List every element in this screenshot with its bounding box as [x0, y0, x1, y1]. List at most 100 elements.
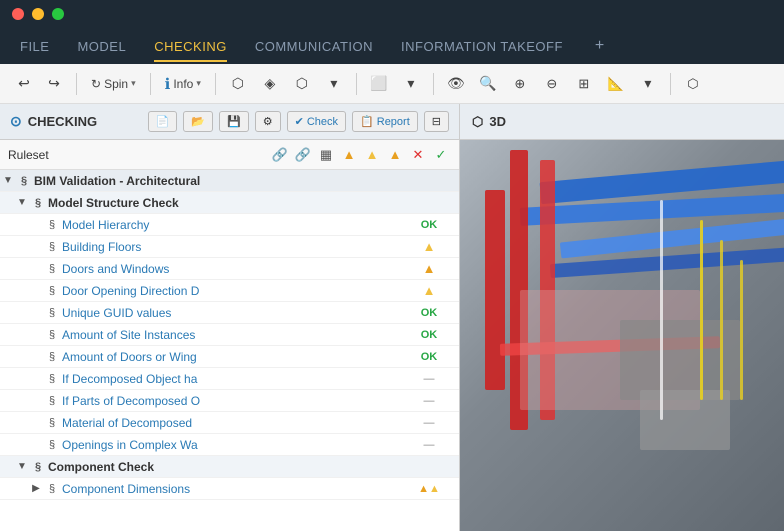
save-button[interactable]: 💾 — [219, 111, 249, 132]
menu-bar: FILE MODEL CHECKING COMMUNICATION INFORM… — [0, 28, 784, 64]
beam-white — [660, 200, 663, 420]
tree-row[interactable]: § Door Opening Direction D ▲ — [0, 280, 459, 302]
undo-button[interactable]: ↩ — [10, 70, 38, 98]
tool-zoom-fit[interactable]: ⊞ — [570, 70, 598, 98]
ruleset-label: Ruleset — [8, 148, 266, 162]
tree-area[interactable]: ▼ § BIM Validation - Architectural ▼ § M… — [0, 170, 459, 531]
tool-zoom-plus[interactable]: ⊕ — [506, 70, 534, 98]
tool-box-1[interactable]: ⬜ — [365, 70, 393, 98]
collapse-icon: ⊟ — [432, 115, 441, 128]
menu-checking[interactable]: CHECKING — [154, 35, 227, 58]
tree-expand-icon — [28, 283, 44, 299]
info-button[interactable]: ℹ Info ▾ — [159, 71, 207, 97]
tree-section-icon: § — [30, 459, 46, 475]
tool-measure-arrow[interactable]: ▾ — [634, 70, 662, 98]
tree-row[interactable]: ▼ § Component Check — [0, 456, 459, 478]
open-button[interactable]: 📂 — [183, 111, 213, 132]
tool-3d-1[interactable]: ⬡ — [224, 70, 252, 98]
tree-row[interactable]: § Unique GUID values OK — [0, 302, 459, 324]
new-button[interactable]: 📄 — [148, 111, 178, 132]
save-icon: 💾 — [227, 115, 241, 128]
close-button[interactable] — [12, 8, 24, 20]
link-icon-1[interactable]: 🔗 — [270, 145, 290, 165]
status-dash: — — [399, 439, 459, 451]
tool-zoom-in[interactable]: 🔍 — [474, 70, 502, 98]
status-warning: ▲ — [399, 261, 459, 276]
main-toolbar: ↩ ↪ ↻ Spin ▾ ℹ Info ▾ ⬡ ◈ ⬡ ▾ ⬜ ▾ 👁 🔍 ⊕ … — [0, 64, 784, 104]
tree-row[interactable]: § Building Floors ▲ — [0, 236, 459, 258]
tree-section-icon: § — [44, 261, 60, 277]
tree-item-label: Component Check — [48, 460, 399, 474]
grid-icon[interactable]: ▦ — [316, 145, 336, 165]
tree-section-icon: § — [44, 393, 60, 409]
tool-zoom-minus[interactable]: ⊖ — [538, 70, 566, 98]
title-bar — [0, 0, 784, 28]
minimize-button[interactable] — [32, 8, 44, 20]
beam-yellow-1 — [700, 220, 703, 400]
3d-view-icon: ⬡ — [472, 114, 483, 130]
tree-item-label: Material of Decomposed — [62, 416, 399, 430]
tool-3d-2[interactable]: ◈ — [256, 70, 284, 98]
tree-row[interactable]: § Doors and Windows ▲ — [0, 258, 459, 280]
tree-row[interactable]: ▼ § Model Structure Check — [0, 192, 459, 214]
panel-header: ⊙ CHECKING 📄 📂 💾 ⚙ ✔ Check — [0, 104, 459, 140]
maximize-button[interactable] — [52, 8, 64, 20]
tree-expand-icon — [28, 371, 44, 387]
tree-row[interactable]: ▼ § BIM Validation - Architectural — [0, 170, 459, 192]
tree-item-label: Doors and Windows — [62, 262, 399, 276]
tool-eye[interactable]: 👁 — [442, 70, 470, 98]
tree-section-icon: § — [44, 305, 60, 321]
menu-information-takeoff[interactable]: INFORMATION TAKEOFF — [401, 35, 563, 58]
tree-row[interactable]: ▶ § Component Dimensions ▲▲ — [0, 478, 459, 500]
add-menu-button[interactable]: + — [595, 37, 604, 55]
menu-communication[interactable]: COMMUNICATION — [255, 35, 373, 58]
tree-expand-icon — [28, 393, 44, 409]
tree-section-icon: § — [44, 239, 60, 255]
menu-file[interactable]: FILE — [20, 35, 49, 58]
report-action-button[interactable]: 📋 Report — [352, 111, 418, 132]
view-header: ⬡ 3D — [460, 104, 784, 140]
tree-item-label: Component Dimensions — [62, 482, 399, 496]
filter-alert-icon[interactable]: ▲ — [385, 145, 405, 165]
tree-item-label: Openings in Complex Wa — [62, 438, 399, 452]
tree-row[interactable]: § Model Hierarchy OK — [0, 214, 459, 236]
filter-ok-icon[interactable]: ✓ — [431, 145, 451, 165]
tool-box-arrow[interactable]: ▾ — [397, 70, 425, 98]
tree-row[interactable]: § Amount of Site Instances OK — [0, 324, 459, 346]
filter-caution-icon[interactable]: ▲ — [362, 145, 382, 165]
tree-section-icon: § — [44, 217, 60, 233]
link-icon-2[interactable]: 🔗 — [293, 145, 313, 165]
tree-row[interactable]: § Amount of Doors or Wing OK — [0, 346, 459, 368]
tree-expand-icon[interactable]: ▼ — [14, 459, 30, 475]
tool-measure[interactable]: 📐 — [602, 70, 630, 98]
tree-item-label: Amount of Doors or Wing — [62, 350, 399, 364]
collapse-button[interactable]: ⊟ — [424, 111, 449, 132]
spin-button[interactable]: ↻ Spin ▾ — [85, 73, 142, 95]
tree-row[interactable]: § If Decomposed Object ha — — [0, 368, 459, 390]
tree-row[interactable]: § Openings in Complex Wa — — [0, 434, 459, 456]
menu-model[interactable]: MODEL — [77, 35, 126, 58]
status-ok: OK — [399, 329, 459, 341]
wall-gray-2 — [640, 390, 730, 450]
tree-item-label: Building Floors — [62, 240, 399, 254]
check-action-button[interactable]: ✔ Check — [287, 111, 346, 132]
tool-3d-3[interactable]: ⬡ — [288, 70, 316, 98]
status-caution: ▲ — [399, 283, 459, 298]
tree-section-icon: § — [44, 481, 60, 497]
tool-3d-arrow[interactable]: ▾ — [320, 70, 348, 98]
filter-error-icon[interactable]: ✕ — [408, 145, 428, 165]
redo-button[interactable]: ↪ — [40, 70, 68, 98]
settings-button[interactable]: ⚙ — [255, 111, 281, 132]
tree-expand-icon[interactable]: ▼ — [0, 173, 16, 189]
tool-misc[interactable]: ⬡ — [679, 70, 707, 98]
check-action-label: Check — [307, 116, 338, 128]
tree-expand-icon[interactable]: ▶ — [28, 481, 44, 497]
tree-row[interactable]: § If Parts of Decomposed O — — [0, 390, 459, 412]
tree-row[interactable]: § Material of Decomposed — — [0, 412, 459, 434]
beam-yellow-3 — [740, 260, 743, 400]
tree-expand-icon[interactable]: ▼ — [14, 195, 30, 211]
beam-red-3 — [485, 190, 505, 390]
tree-item-label: If Parts of Decomposed O — [62, 394, 399, 408]
filter-warning-icon[interactable]: ▲ — [339, 145, 359, 165]
settings-icon: ⚙ — [263, 115, 273, 128]
